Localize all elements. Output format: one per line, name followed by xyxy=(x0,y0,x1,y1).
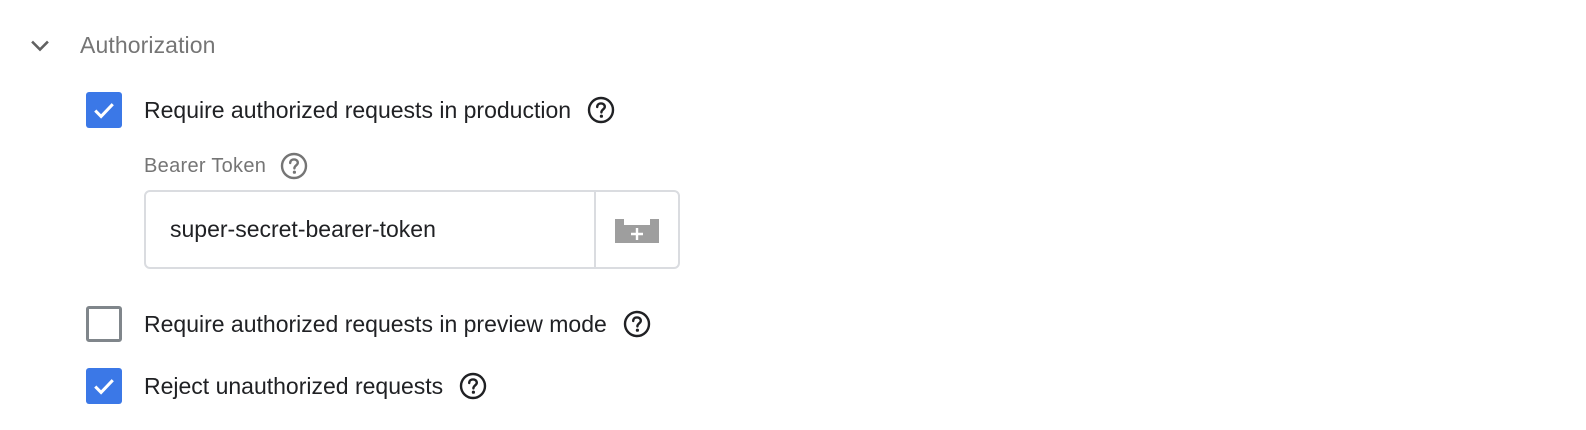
require-preview-label: Require authorized requests in preview m… xyxy=(144,310,607,337)
bearer-token-label-row: Bearer Token xyxy=(144,148,308,184)
help-circle-icon[interactable] xyxy=(459,372,487,400)
require-production-checkbox[interactable] xyxy=(86,92,122,128)
require-production-label: Require authorized requests in productio… xyxy=(144,96,572,123)
bearer-token-input[interactable] xyxy=(146,192,594,267)
help-circle-icon[interactable] xyxy=(280,152,308,180)
authorization-section-header[interactable]: Authorization xyxy=(28,26,215,66)
section-title: Authorization xyxy=(80,32,216,58)
reject-unauthorized-row: Reject unauthorized requests xyxy=(86,366,487,406)
reject-unauthorized-checkbox[interactable] xyxy=(86,368,122,404)
chevron-down-icon[interactable] xyxy=(28,34,52,58)
help-circle-icon[interactable] xyxy=(587,96,615,124)
require-production-row: Require authorized requests in productio… xyxy=(86,90,615,130)
reject-unauthorized-label: Reject unauthorized requests xyxy=(144,372,444,399)
bearer-token-field xyxy=(144,190,680,269)
add-variable-brick-icon xyxy=(615,218,659,243)
help-circle-icon[interactable] xyxy=(623,310,651,338)
add-variable-button[interactable] xyxy=(594,192,678,267)
checkmark-icon xyxy=(94,103,114,119)
bearer-token-label: Bearer Token xyxy=(144,154,267,177)
require-preview-checkbox[interactable] xyxy=(86,306,122,342)
checkmark-icon xyxy=(94,379,114,395)
require-preview-row: Require authorized requests in preview m… xyxy=(86,304,651,344)
